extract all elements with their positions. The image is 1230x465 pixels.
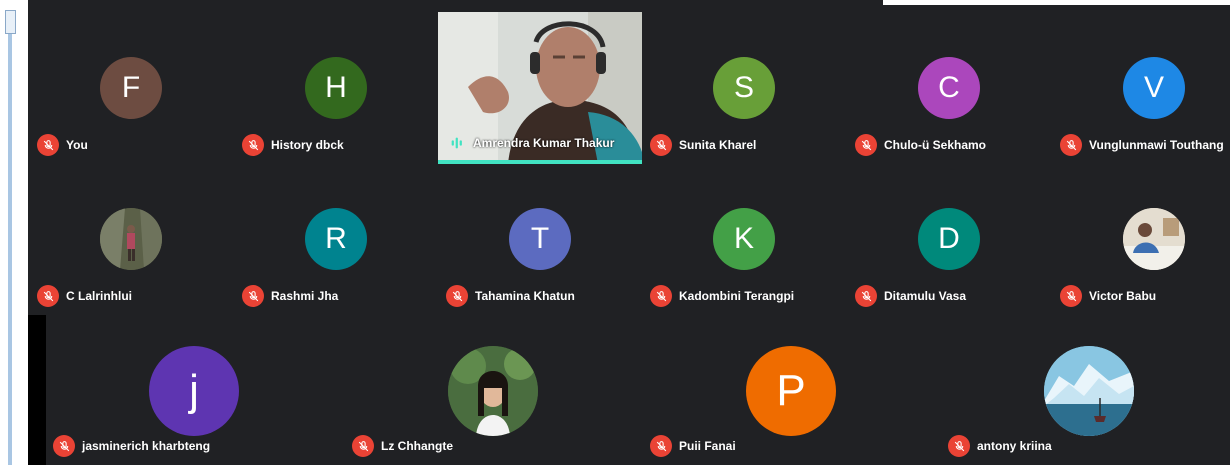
avatar: H <box>305 57 367 119</box>
mic-off-icon <box>352 435 374 457</box>
participant-name: C Lalrinhlui <box>66 289 132 303</box>
avatar: K <box>713 208 775 270</box>
mic-off-icon <box>948 435 970 457</box>
participant-name: History dbck <box>271 138 344 152</box>
window-border <box>8 10 12 465</box>
participant-name: Vunglunmawi Touthang <box>1089 138 1224 152</box>
participant-name: antony kriina <box>977 439 1052 453</box>
participant-name: Puii Fanai <box>679 439 736 453</box>
avatar: R <box>305 208 367 270</box>
mic-off-icon <box>650 435 672 457</box>
window-left-edge <box>0 0 22 465</box>
avatar-photo <box>448 346 538 436</box>
avatar: F <box>100 57 162 119</box>
audio-wave-icon <box>448 134 466 152</box>
avatar: T <box>509 208 571 270</box>
participant-name: Lz Chhangte <box>381 439 453 453</box>
avatar: V <box>1123 57 1185 119</box>
mic-off-icon <box>446 285 468 307</box>
mic-off-icon <box>53 435 75 457</box>
avatar: j <box>149 346 239 436</box>
avatar-photo <box>1123 208 1185 270</box>
avatar: C <box>918 57 980 119</box>
participant-name: Sunita Kharel <box>679 138 757 152</box>
mic-off-icon <box>855 285 877 307</box>
avatar: P <box>746 346 836 436</box>
participant-name: Chulo-ü Sekhamo <box>884 138 987 152</box>
participant-name: Kadombini Terangpi <box>679 289 795 303</box>
active-speaker-bar <box>438 160 642 164</box>
participant-name: Ditamulu Vasa <box>884 289 967 303</box>
mic-off-icon <box>242 134 264 156</box>
participant-name: Amrendra Kumar Thakur <box>473 136 615 150</box>
participant-name: You <box>66 138 88 152</box>
mic-off-icon <box>855 134 877 156</box>
mic-off-icon <box>1060 285 1082 307</box>
participant-name: Victor Babu <box>1089 289 1157 303</box>
participant-name: Tahamina Khatun <box>475 289 575 303</box>
mic-off-icon <box>242 285 264 307</box>
mic-off-icon <box>650 285 672 307</box>
avatar: S <box>713 57 775 119</box>
avatar-photo <box>100 208 162 270</box>
grid-left-shade <box>28 315 46 465</box>
window-tab-handle[interactable] <box>5 10 16 34</box>
mic-off-icon <box>1060 134 1082 156</box>
participant-video-2[interactable]: Amrendra Kumar Thakur <box>438 12 642 164</box>
participant-name: jasminerich kharbteng <box>82 439 211 453</box>
participant-name: Rashmi Jha <box>271 289 339 303</box>
mic-off-icon <box>37 285 59 307</box>
avatar-photo <box>1044 346 1134 436</box>
avatar: D <box>918 208 980 270</box>
mic-off-icon <box>650 134 672 156</box>
mic-off-icon <box>37 134 59 156</box>
